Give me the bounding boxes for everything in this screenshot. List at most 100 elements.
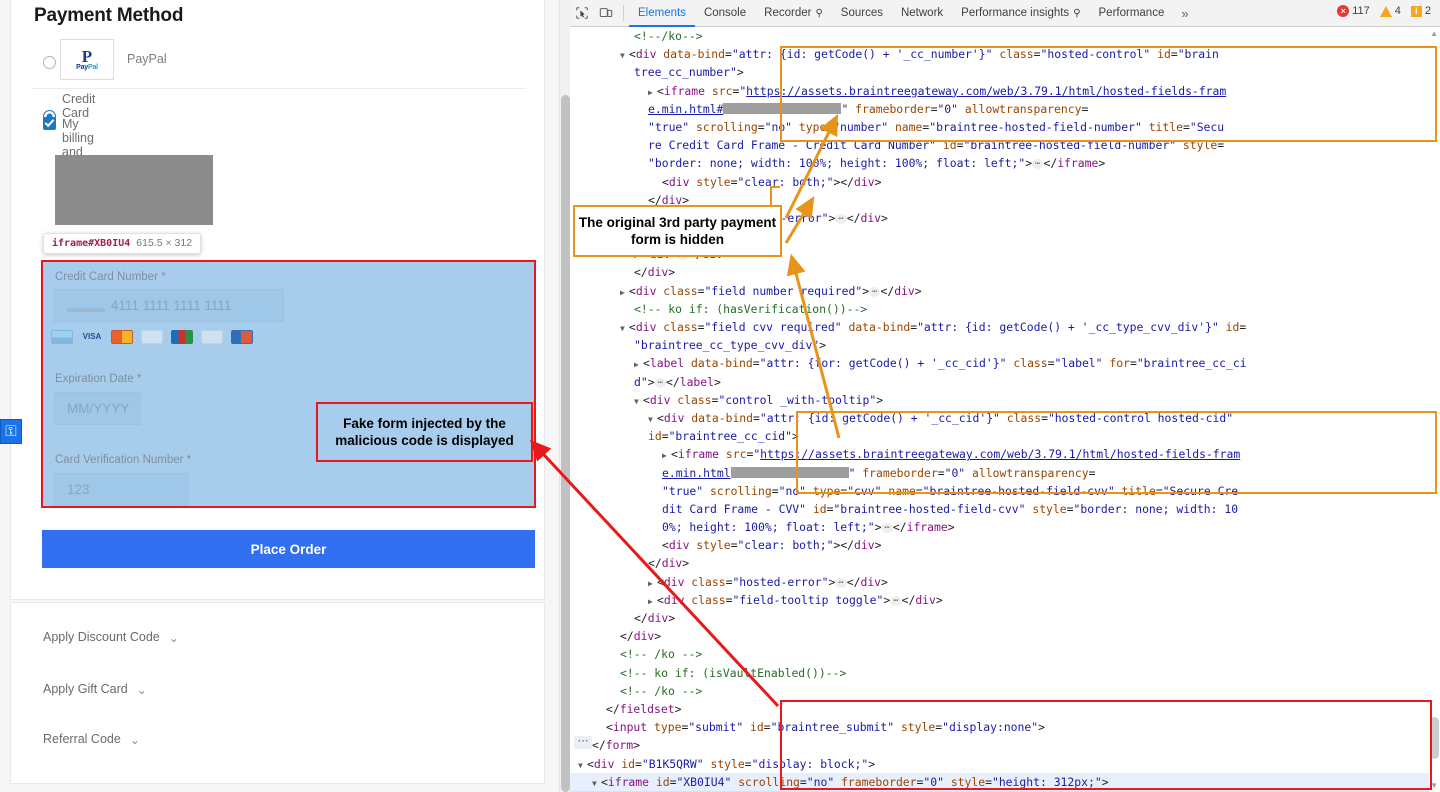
dom-tree-line[interactable]: <div class="field cvv required" data-bin… bbox=[570, 318, 1440, 336]
warning-icon bbox=[1380, 6, 1392, 17]
dom-tree-line[interactable]: <label data-bind="attr: {for: getCode() … bbox=[570, 354, 1440, 372]
dom-tree-line[interactable]: <!-- /ko --> bbox=[570, 682, 1440, 700]
discover-card-icon bbox=[231, 330, 253, 344]
dom-tree-line[interactable]: re Credit Card Frame - Credit Card Numbe… bbox=[570, 136, 1440, 154]
dom-tree[interactable]: <!--/ko--><div data-bind="attr: {id: get… bbox=[570, 27, 1440, 792]
dom-tree-line[interactable]: <iframe src="https://assets.braintreegat… bbox=[570, 445, 1440, 463]
accordion-apply-gift-card[interactable]: Apply Gift Card ⌄ bbox=[43, 682, 147, 696]
accessibility-icon[interactable]: ⚿ bbox=[0, 419, 22, 444]
dom-overflow-dots[interactable]: ⋯ bbox=[574, 736, 592, 749]
dom-tree-line[interactable]: <div data-bind="attr: {id: getCode() + '… bbox=[570, 409, 1440, 427]
dom-tree-line[interactable]: </form> bbox=[570, 736, 1440, 754]
dom-tree-line[interactable]: tree_cc_number"> bbox=[570, 63, 1440, 81]
scroll-up-icon[interactable]: ▲ bbox=[1430, 29, 1438, 38]
accordion-label: Apply Gift Card bbox=[43, 682, 128, 696]
tab-label: Performance insights bbox=[961, 7, 1069, 19]
dom-tree-line[interactable]: dit Card Frame - CVV" id="braintree-host… bbox=[570, 500, 1440, 518]
dom-tree-line[interactable]: </div> bbox=[570, 554, 1440, 572]
dom-tree-line[interactable]: <!-- /ko --> bbox=[570, 645, 1440, 663]
dom-tree-line[interactable]: <div class="field number required">⋯</di… bbox=[570, 282, 1440, 300]
error-count: 117 bbox=[1352, 5, 1370, 17]
expiry-input[interactable]: MM/YYYY bbox=[54, 392, 141, 425]
paypal-label: PayPal bbox=[127, 52, 167, 66]
dom-tree-line[interactable]: <div style="clear: both;"></div> bbox=[570, 173, 1440, 191]
dom-tree-line[interactable]: <div class="hosted-error">⋯</div> bbox=[570, 573, 1440, 591]
tab-performance[interactable]: Performance bbox=[1090, 0, 1174, 27]
diners-card-icon bbox=[201, 330, 223, 344]
device-toolbar-icon[interactable] bbox=[594, 1, 618, 25]
amex-card-icon bbox=[51, 330, 73, 344]
chevron-down-icon[interactable]: ⌄ bbox=[137, 683, 147, 697]
dom-tree-line[interactable]: <iframe src="https://assets.braintreegat… bbox=[570, 82, 1440, 100]
accordion-apply-discount-code[interactable]: Apply Discount Code⌄ bbox=[43, 630, 179, 644]
annotation-fake-form: Fake form injected by the malicious code… bbox=[316, 402, 533, 462]
dom-tree-line[interactable]: <div data-bind="attr: {id: getCode() + '… bbox=[570, 45, 1440, 63]
dom-tree-line[interactable]: 0%; height: 100%; float: left;">⋯</ifram… bbox=[570, 518, 1440, 536]
inspect-element-icon[interactable] bbox=[570, 1, 594, 25]
paypal-mark-icon: P bbox=[82, 49, 92, 64]
paypal-radio[interactable] bbox=[43, 56, 56, 69]
cvv-input[interactable]: 123 bbox=[54, 473, 189, 506]
dom-tree-line[interactable]: </fieldset> bbox=[570, 700, 1440, 718]
fake-injected-payment-form: Credit Card Number * 4111 1111 1111 1111… bbox=[41, 260, 536, 508]
visa-card-icon: VISA bbox=[81, 330, 103, 344]
tab-label: Console bbox=[704, 7, 746, 19]
dom-tree-line[interactable]: e.min.html#" frameborder="0" allowtransp… bbox=[570, 100, 1440, 118]
page-scrollbar[interactable] bbox=[559, 0, 570, 792]
jcb-card-icon bbox=[171, 330, 193, 344]
chevron-down-icon[interactable]: ⌄ bbox=[169, 631, 179, 645]
dom-tree-line[interactable]: </div> bbox=[570, 263, 1440, 281]
dom-tree-line[interactable]: d">⋯</label> bbox=[570, 373, 1440, 391]
dom-tree-line[interactable]: <input type="submit" id="braintree_submi… bbox=[570, 718, 1440, 736]
dom-tree-line[interactable]: <!-- ko if: (isVaultEnabled())--> bbox=[570, 664, 1440, 682]
divider bbox=[31, 88, 526, 89]
expiry-placeholder: MM/YYYY bbox=[67, 401, 129, 416]
tab-elements[interactable]: Elements bbox=[629, 0, 695, 27]
dom-tree-line[interactable]: <div class="field-tooltip toggle">⋯</div… bbox=[570, 591, 1440, 609]
dom-tree-line[interactable]: "border: none; width: 100%; height: 100%… bbox=[570, 154, 1440, 172]
place-order-button[interactable]: Place Order bbox=[42, 530, 535, 568]
dom-tree-line[interactable]: <div class="control _with-tooltip"> bbox=[570, 391, 1440, 409]
tab-network[interactable]: Network bbox=[892, 0, 952, 27]
info-icon: i bbox=[1411, 6, 1422, 17]
scroll-down-icon[interactable]: ▼ bbox=[1430, 781, 1438, 790]
dom-tree-line[interactable]: <div style="clear: both;"></div> bbox=[570, 536, 1440, 554]
devtools-scrollbar-thumb[interactable] bbox=[1430, 717, 1439, 759]
paypal-wordmark: PayPal bbox=[76, 64, 98, 71]
toolbar-divider bbox=[623, 5, 624, 21]
tab-console[interactable]: Console bbox=[695, 0, 755, 27]
page-scrollbar-thumb[interactable] bbox=[561, 95, 570, 792]
dom-tree-line[interactable]: <!-- ko if: (hasVerification())--> bbox=[570, 300, 1440, 318]
dom-tree-line[interactable]: "braintree_cc_type_cvv_div"> bbox=[570, 336, 1440, 354]
annotation-hidden-form: The original 3rd party payment form is h… bbox=[573, 205, 782, 257]
dom-tree-line[interactable]: e.min.html" frameborder="0" allowtranspa… bbox=[570, 464, 1440, 482]
tab-label: Network bbox=[901, 7, 943, 19]
dom-tree-line[interactable]: <iframe id="XB0IU4" scrolling="no" frame… bbox=[570, 773, 1440, 791]
tab-recorder[interactable]: Recorder⚲ bbox=[755, 0, 832, 27]
dom-tree-line[interactable]: id="braintree_cc_cid"> bbox=[570, 427, 1440, 445]
cc-number-input[interactable]: 4111 1111 1111 1111 bbox=[54, 289, 284, 322]
tooltip-element-dimensions: 615.5 × 312 bbox=[136, 237, 192, 249]
dom-tree-line[interactable]: </div> bbox=[570, 609, 1440, 627]
info-counter[interactable]: i 2 bbox=[1408, 5, 1434, 17]
chevron-down-icon[interactable]: ⌄ bbox=[130, 733, 140, 747]
dom-tree-line[interactable]: "true" scrolling="no" type="number" name… bbox=[570, 118, 1440, 136]
accepted-card-brands: VISA bbox=[51, 330, 253, 344]
maestro-card-icon bbox=[141, 330, 163, 344]
dom-tree-line[interactable]: "true" scrolling="no" type="cvv" name="b… bbox=[570, 482, 1440, 500]
warning-counter[interactable]: 4 bbox=[1377, 5, 1404, 17]
more-tabs-icon[interactable]: » bbox=[1173, 6, 1196, 21]
billing-same-checkbox[interactable] bbox=[43, 117, 56, 130]
dom-tree-line[interactable]: </div> bbox=[570, 627, 1440, 645]
dom-tree-line[interactable]: <!--/ko--> bbox=[570, 27, 1440, 45]
tab-sources[interactable]: Sources bbox=[832, 0, 892, 27]
accordion-referral-code[interactable]: Referral Code⌄ bbox=[43, 732, 140, 746]
dom-tree-line[interactable]: <div id="B1K5QRW" style="display: block;… bbox=[570, 755, 1440, 773]
devtools-scrollbar[interactable]: ▲ ▼ bbox=[1429, 27, 1440, 792]
mastercard-card-icon bbox=[111, 330, 133, 344]
extras-card: Apply Discount Code⌄ Apply Gift Card ⌄ Re… bbox=[10, 602, 545, 784]
error-counter[interactable]: × 117 bbox=[1334, 5, 1373, 17]
page-title: Payment Method bbox=[34, 5, 183, 27]
paypal-word-pal: Pal bbox=[88, 64, 98, 71]
tab-performance-insights[interactable]: Performance insights⚲ bbox=[952, 0, 1089, 27]
